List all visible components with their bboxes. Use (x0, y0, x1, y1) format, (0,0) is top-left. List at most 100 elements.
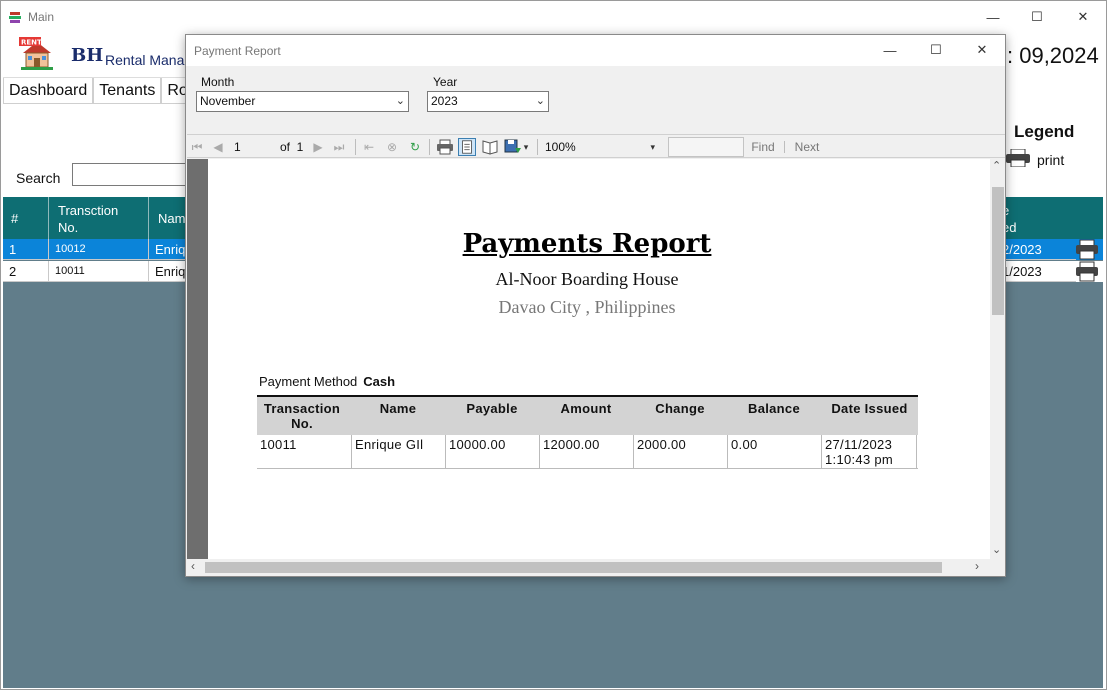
maximize-button[interactable]: ☐ (1014, 1, 1060, 33)
report-title: Payments Report (462, 229, 712, 259)
dialog-maximize-button[interactable]: ☐ (913, 34, 959, 66)
stop-icon[interactable]: ⊗ (383, 137, 401, 157)
year-label: Year (433, 75, 458, 89)
chevron-down-icon: ▾ (650, 142, 655, 152)
export-icon[interactable] (504, 138, 522, 156)
dialog-title: Payment Report (194, 44, 281, 58)
export-dropdown-icon[interactable]: ▾ (522, 137, 530, 157)
menu-tenants[interactable]: Tenants (93, 78, 162, 104)
row-num: 1 (3, 239, 49, 260)
print-layout-icon[interactable] (458, 138, 476, 156)
col-change: Change (655, 401, 705, 416)
search-input[interactable] (72, 163, 192, 186)
year-select[interactable]: 2023 ⌄ (427, 91, 549, 112)
row-name: Enriq (149, 239, 189, 260)
payment-report-dialog: Payment Report — ☐ ✕ Month November ⌄ Ye… (185, 34, 1006, 577)
row-date: 1/2023 (1000, 261, 1076, 282)
row-date: 2/2023 (1000, 239, 1076, 260)
col-payable: Payable (466, 401, 518, 416)
row-print-icon[interactable] (1074, 239, 1100, 260)
rent-house-logo-icon: RENT (19, 37, 53, 70)
toolbar-separator (537, 139, 538, 155)
print-icon[interactable] (436, 138, 454, 156)
chevron-down-icon: ⌄ (535, 95, 545, 107)
scroll-corner (990, 559, 1005, 575)
first-page-icon[interactable]: ⏮ (190, 137, 204, 157)
payment-method-label: Payment Method (259, 374, 358, 389)
zoom-value: 100% (545, 140, 576, 154)
back-icon[interactable]: ⇤ (361, 137, 377, 157)
page-number-input[interactable]: 1 (234, 137, 270, 157)
minimize-button[interactable]: — (970, 1, 1016, 33)
prev-page-icon[interactable]: ◀ (211, 137, 225, 157)
col-balance: Balance (748, 401, 800, 416)
report-location: Davao City , Philippines (498, 297, 676, 317)
next-page-icon[interactable]: ▶ (311, 137, 325, 157)
main-titlebar: Main — ☐ ✕ (1, 1, 1106, 33)
brand-subtitle: Rental Manag (105, 52, 193, 68)
grid-header-date: e ed (1002, 203, 1017, 235)
refresh-icon[interactable]: ↻ (406, 137, 424, 157)
toolbar-separator (429, 139, 430, 155)
payment-method: Payment Method Cash (259, 374, 395, 389)
vertical-scrollbar[interactable]: ⌃ ⌄ (990, 159, 1005, 559)
report-viewer: Payments Report Al-Noor Boarding House D… (187, 159, 1005, 575)
row-name: Enriq (149, 261, 189, 282)
report-toolbar: ⏮ ◀ 1 of 1 ▶ ⏭ ⇤ ⊗ ↻ ▾ 100% ▾ Find Next (187, 134, 1005, 158)
month-select[interactable]: November ⌄ (196, 91, 409, 112)
main-menubar: Dashboard Tenants Ro (3, 77, 194, 104)
toolbar-separator (784, 141, 785, 153)
report-table-row: 10011 Enrique GIl 10000.00 12000.00 2000… (257, 435, 918, 469)
page-setup-icon[interactable] (481, 138, 499, 156)
month-label: Month (201, 75, 235, 89)
scroll-down-icon[interactable]: ⌄ (992, 543, 1001, 556)
chevron-down-icon: ⌄ (395, 95, 405, 107)
dialog-titlebar: Payment Report — ☐ ✕ (186, 35, 1005, 66)
grid-header-name: Nam (158, 211, 186, 226)
search-label: Search (16, 170, 61, 186)
app-stack-icon (9, 12, 21, 23)
menu-dashboard[interactable]: Dashboard (3, 78, 94, 104)
find-input[interactable] (668, 137, 744, 157)
dialog-close-button[interactable]: ✕ (959, 34, 1005, 66)
scroll-left-icon[interactable]: ‹ (191, 559, 195, 573)
horizontal-scrollbar[interactable]: ‹ › (187, 559, 990, 575)
main-title: Main (28, 10, 55, 24)
page-of-label: of (279, 140, 290, 154)
row-trans: 10011 (49, 261, 149, 282)
cell-date-issued: 27/11/2023 1:10:43 pm (821, 435, 917, 469)
current-date: : 09,2024 (1007, 43, 1099, 68)
cell-amount: 12000.00 (539, 435, 633, 469)
page-total: 1 (296, 140, 304, 154)
cell-balance: 0.00 (727, 435, 821, 469)
report-page: Payments Report Al-Noor Boarding House D… (208, 159, 990, 559)
col-transaction: Transaction No. (263, 401, 341, 431)
zoom-select[interactable]: 100% ▾ (545, 137, 657, 157)
grid-header-hash: # (3, 197, 49, 239)
cell-transaction: 10011 (260, 437, 297, 452)
report-business-name: Al-Noor Boarding House (495, 269, 679, 289)
row-trans: 10012 (49, 239, 149, 260)
legend-print-label: print (1037, 152, 1065, 168)
legend-title: Legend (1014, 122, 1075, 141)
close-button[interactable]: ✕ (1060, 1, 1106, 33)
scroll-up-icon[interactable]: ⌃ (992, 159, 1001, 172)
next-button[interactable]: Next (793, 137, 821, 157)
scroll-right-icon[interactable]: › (975, 559, 979, 573)
cell-payable: 10000.00 (445, 435, 539, 469)
last-page-icon[interactable]: ⏭ (331, 137, 347, 157)
printer-icon (1006, 149, 1030, 167)
row-num: 2 (3, 261, 49, 282)
dialog-minimize-button[interactable]: — (867, 34, 913, 66)
vertical-scroll-thumb[interactable] (992, 187, 1004, 315)
cell-name: Enrique GIl (351, 435, 445, 469)
col-date-issued: Date Issued (831, 401, 908, 416)
report-table-header: Transaction No. Name Payable Amount Chan… (257, 395, 918, 435)
brand-bh: BH (71, 45, 104, 66)
toolbar-separator (355, 139, 356, 155)
row-print-icon[interactable] (1074, 261, 1100, 282)
svg-text:RENT: RENT (21, 39, 42, 47)
find-button[interactable]: Find (750, 137, 776, 157)
horizontal-scroll-thumb[interactable] (205, 562, 942, 573)
col-name: Name (379, 401, 417, 416)
